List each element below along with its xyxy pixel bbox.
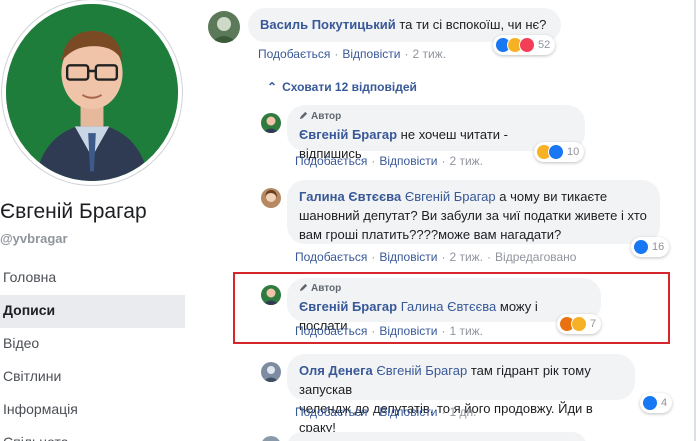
nav-item-videos[interactable]: Відео bbox=[0, 328, 185, 361]
reply-bubble: Галина Євтєєва Євгеній Брагар а чому ви … bbox=[287, 180, 660, 244]
pencil-icon bbox=[299, 111, 308, 120]
love-reaction-icon bbox=[519, 37, 535, 53]
reply-link[interactable]: Відповісти bbox=[379, 154, 437, 168]
profile-name[interactable]: Євгеній Брагар bbox=[0, 200, 147, 224]
profile-nav: Головна Дописи Відео Світлини Інформація… bbox=[0, 262, 185, 441]
reply-actions: Подобається · Відповісти · 2 тиж. bbox=[295, 154, 484, 168]
nav-item-home[interactable]: Головна bbox=[0, 262, 185, 295]
profile-sidebar: Євгеній Брагар @yvbragar Головна Дописи … bbox=[0, 0, 190, 441]
hide-replies-link[interactable]: ⌃ Сховати 12 відповідей bbox=[267, 80, 417, 94]
comment-actions: Подобається · Відповісти · 2 тиж. bbox=[258, 47, 447, 61]
reaction-count: 52 bbox=[538, 39, 551, 51]
like-link[interactable]: Подобається bbox=[295, 324, 367, 338]
profile-picture[interactable] bbox=[2, 0, 182, 185]
profile-photo-illustration bbox=[6, 4, 178, 181]
reply-avatar[interactable] bbox=[261, 188, 281, 208]
reply-author[interactable]: Оля Денега bbox=[299, 363, 373, 378]
commenter-avatar[interactable] bbox=[208, 11, 240, 43]
like-link[interactable]: Подобається bbox=[295, 250, 367, 264]
comment-time[interactable]: 2 тиж. bbox=[412, 47, 446, 61]
reply-text-line3: вам гроші платить????може вам нагадати? bbox=[299, 227, 562, 242]
author-badge: Автор bbox=[299, 282, 589, 295]
reply-link[interactable]: Відповісти bbox=[379, 250, 437, 264]
reply-link[interactable]: Відповісти bbox=[379, 324, 437, 338]
like-reaction-icon bbox=[633, 239, 649, 255]
author-badge: Автор bbox=[299, 110, 573, 123]
reply-time[interactable]: 1 дн. bbox=[449, 405, 476, 419]
reaction-count: 16 bbox=[652, 241, 665, 253]
hide-replies-label: Сховати 12 відповідей bbox=[282, 80, 417, 94]
profile-handle[interactable]: @yvbragar bbox=[0, 231, 68, 246]
reply-bubble: Оля Денега Євгеній Брагар там гідрант рі… bbox=[287, 354, 635, 435]
reply-time[interactable]: 2 тиж. bbox=[449, 154, 483, 168]
reaction-count: 10 bbox=[567, 146, 580, 158]
reply-link[interactable]: Відповісти bbox=[379, 405, 437, 419]
like-link[interactable]: Подобається bbox=[295, 405, 367, 419]
reply-avatar[interactable] bbox=[261, 362, 281, 382]
reply-time[interactable]: 2 тиж. bbox=[449, 250, 483, 264]
reply-text-line1: а чому ви тикаєте bbox=[495, 189, 608, 204]
reaction-summary[interactable]: 16 bbox=[631, 237, 670, 257]
reply-author[interactable]: Галина Євтєєва bbox=[299, 189, 401, 204]
comment-text: та ти сі вспокоїш, чи нє? bbox=[395, 17, 547, 32]
comment-author[interactable]: Василь Покутицький bbox=[260, 17, 396, 32]
reaction-count: 7 bbox=[590, 318, 597, 330]
reply-avatar[interactable] bbox=[261, 113, 281, 133]
reply-avatar[interactable] bbox=[261, 436, 281, 441]
pencil-icon bbox=[299, 283, 308, 292]
edited-label: Відредаговано bbox=[495, 250, 577, 264]
reply-author[interactable]: Євгеній Брагар bbox=[299, 127, 397, 142]
nav-item-photos[interactable]: Світлини bbox=[0, 361, 185, 394]
comments-feed: Василь Покутицький та ти сі вспокоїш, чи… bbox=[195, 0, 696, 441]
reply-link[interactable]: Відповісти bbox=[342, 47, 400, 61]
reply-mention[interactable]: Євгеній Брагар bbox=[405, 189, 496, 204]
reply-mention[interactable]: Галина Євтєєва bbox=[401, 299, 497, 314]
nav-item-about[interactable]: Інформація bbox=[0, 394, 185, 427]
chevron-up-icon: ⌃ bbox=[267, 80, 278, 94]
nav-item-posts[interactable]: Дописи bbox=[0, 295, 185, 328]
reply-bubble bbox=[287, 432, 587, 441]
reaction-count: 4 bbox=[661, 397, 668, 409]
reply-mention[interactable]: Євгеній Брагар bbox=[376, 363, 467, 378]
reaction-summary[interactable]: 10 bbox=[534, 142, 585, 162]
reply-time[interactable]: 1 тиж. bbox=[449, 324, 483, 338]
like-reaction-icon bbox=[642, 395, 658, 411]
like-reaction-icon bbox=[548, 144, 564, 160]
reply-actions: Подобається · Відповісти · 2 тиж. · Відредагов… bbox=[295, 250, 577, 264]
reply-actions: Подобається · Відповісти · 1 дн. bbox=[295, 405, 477, 419]
reaction-summary[interactable]: 52 bbox=[493, 35, 556, 55]
reply-bubble: Автор Євгеній Брагар Галина Євтєєва можу… bbox=[287, 278, 601, 333]
reaction-summary[interactable]: 4 bbox=[640, 393, 673, 413]
nav-item-community[interactable]: Спільнота bbox=[0, 427, 185, 441]
reply-text-line2: шановний депутат? Ви забули за чиї подат… bbox=[299, 208, 647, 223]
reply-actions: Подобається · Відповісти · 1 тиж. bbox=[295, 324, 484, 338]
like-link[interactable]: Подобається bbox=[258, 47, 330, 61]
haha-reaction-icon bbox=[571, 316, 587, 332]
reaction-summary[interactable]: 7 bbox=[557, 314, 602, 334]
reply-avatar[interactable] bbox=[261, 285, 281, 305]
reply-author[interactable]: Євгеній Брагар bbox=[299, 299, 397, 314]
like-link[interactable]: Подобається bbox=[295, 154, 367, 168]
